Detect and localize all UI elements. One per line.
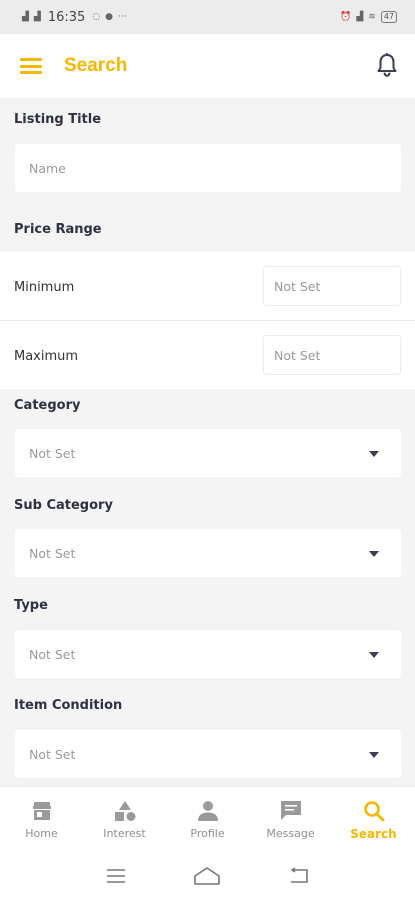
price-maximum-row: Maximum Not Set [0,321,415,389]
messenger-icon: ● [105,12,114,22]
status-bar: ▟ ▟ 16:35 ◌ ● ··· ⏰ ▟ ≋ 47 [0,0,415,34]
nav-home[interactable]: Home [0,787,83,852]
maximum-label: Maximum [14,349,79,364]
wifi-icon: ≋ [368,12,376,22]
bottom-navigation: Home Interest Profile Message Search [0,786,415,852]
nav-search-label: Search [350,826,397,841]
battery-icon: 47 [380,11,397,23]
category-label: Category [14,398,81,413]
type-dropdown[interactable]: Not Set [15,630,401,678]
signal-4g-icon: ▟ [22,12,29,22]
alarm-icon: ⏰ [340,12,352,22]
sub-category-value: Not Set [29,545,76,561]
item-condition-value: Not Set [29,746,76,762]
more-notifications-icon: ··· [118,12,127,22]
nav-message[interactable]: Message [249,787,332,852]
minimum-price-input[interactable]: Not Set [263,266,401,306]
page-title: Search [64,55,128,76]
nav-home-label: Home [25,827,58,840]
maximum-price-input[interactable]: Not Set [263,335,401,375]
minimum-placeholder: Not Set [274,278,321,294]
chevron-down-icon [369,551,379,557]
listing-title-input[interactable]: Name [15,144,401,192]
system-navigation-bar [0,852,415,900]
price-range-label: Price Range [14,222,102,237]
cellular-icon: ▟ [356,12,364,22]
whatsapp-icon: ◌ [92,12,101,22]
search-form: Listing Title Name Price Range Minimum N… [0,98,415,786]
person-icon [195,799,221,823]
app-bar: Search [0,34,415,98]
type-label: Type [14,598,48,613]
maximum-placeholder: Not Set [274,347,321,363]
home-icon [29,799,55,823]
back-icon[interactable] [284,864,314,888]
item-condition-dropdown[interactable]: Not Set [15,730,401,778]
category-value: Not Set [29,445,76,461]
category-dropdown[interactable]: Not Set [15,429,401,477]
sub-category-label: Sub Category [14,498,113,513]
nav-search[interactable]: Search [332,787,415,852]
nav-profile[interactable]: Profile [166,787,249,852]
chevron-down-icon [369,652,379,658]
item-condition-label: Item Condition [14,698,123,713]
listing-title-label: Listing Title [14,112,102,127]
type-value: Not Set [29,646,76,662]
nav-interest-label: Interest [103,827,146,840]
nav-interest[interactable]: Interest [83,787,166,852]
minimum-label: Minimum [14,280,75,295]
chevron-down-icon [369,752,379,758]
nav-message-label: Message [266,827,315,840]
nav-profile-label: Profile [190,827,225,840]
sub-category-dropdown[interactable]: Not Set [15,529,401,577]
recent-apps-icon[interactable] [101,864,131,888]
search-icon [361,799,387,823]
chat-icon [278,799,304,823]
price-minimum-row: Minimum Not Set [0,252,415,320]
home-button-icon[interactable] [192,864,222,888]
listing-title-placeholder: Name [29,160,66,176]
shapes-icon [112,799,138,823]
signal-2g-icon: ▟ [33,12,41,22]
status-time: 16:35 [47,9,86,25]
chevron-down-icon [369,451,379,457]
menu-icon[interactable] [20,58,42,74]
bell-icon[interactable] [375,52,399,78]
